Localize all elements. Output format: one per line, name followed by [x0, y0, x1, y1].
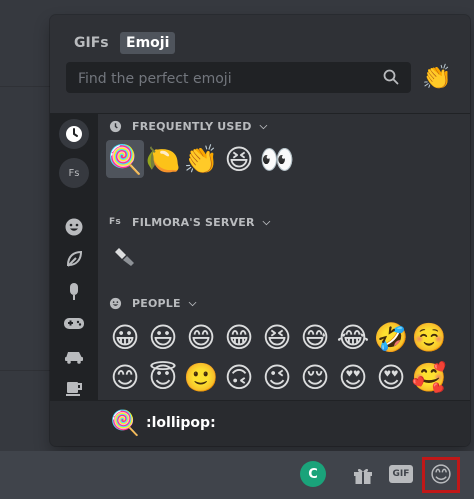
search-icon[interactable] — [383, 69, 399, 85]
section-header-server[interactable]: Fs FILMORA'S SERVER ⌵ — [108, 212, 270, 232]
chevron-down-icon: ⌵ — [188, 297, 197, 309]
emoji-innocent[interactable]: 😇 — [144, 358, 182, 396]
emoji-wink[interactable]: 😉 — [258, 358, 296, 396]
emoji-eyes[interactable]: 👀 — [258, 140, 296, 178]
search-box — [66, 62, 411, 95]
emoji-joy[interactable]: 😂 — [334, 318, 372, 356]
section-title: FILMORA'S SERVER — [132, 215, 255, 229]
people-emoji-row: 😊 😇 🙂 🙃 😉 😌 😍 😍 🥰 — [106, 358, 448, 396]
bg-divider — [0, 86, 52, 87]
gamepad-icon[interactable] — [59, 308, 89, 338]
people-emoji-row: 😀 😃 😄 😁 😆 😅 😂 🤣 ☺️ — [106, 318, 448, 356]
emoji-heart-eyes[interactable]: 😍 — [372, 358, 410, 396]
bg-divider — [0, 370, 52, 371]
popsicle-icon[interactable] — [59, 276, 89, 306]
emoji-preview: 🍭 :lollipop: — [50, 400, 470, 446]
section-title: FREQUENTLY USED — [132, 119, 252, 133]
frequent-emoji-row: 🍭 🍋 👏 😆 👀 — [106, 140, 296, 178]
emoji-grinning[interactable]: 😀 — [106, 318, 144, 356]
picker-header: GIFs Emoji 👏 — [50, 15, 470, 114]
emoji-clap[interactable]: 👏 — [182, 140, 220, 178]
smiley-icon — [108, 296, 122, 310]
emoji-picker-popup: GIFs Emoji 👏 Fs — [50, 15, 470, 446]
extension-icon[interactable]: C — [300, 461, 326, 487]
cup-icon[interactable] — [59, 373, 89, 403]
emoji-relaxed[interactable]: ☺️ — [410, 318, 448, 356]
server-icon[interactable]: Fs — [59, 158, 89, 188]
gif-button[interactable]: GIF — [389, 465, 413, 483]
emoji-relieved[interactable]: 😌 — [296, 358, 334, 396]
preview-emoji-name: :lollipop: — [146, 415, 216, 431]
car-icon[interactable] — [59, 340, 89, 370]
emoji-upside-down[interactable]: 🙃 — [220, 358, 258, 396]
emoji-lemon[interactable]: 🍋 — [144, 140, 182, 178]
emoji-laughing[interactable]: 😆 — [220, 140, 258, 178]
emoji-grin[interactable]: 😁 — [220, 318, 258, 356]
emoji-lollipop[interactable]: 🍭 — [106, 140, 144, 178]
emoji-smiling-hearts[interactable]: 🥰 — [410, 358, 448, 396]
section-header-people[interactable]: PEOPLE ⌵ — [108, 293, 197, 313]
emoji-crying-smile[interactable]: 😍 — [334, 358, 372, 396]
server-icon: Fs — [109, 217, 121, 227]
emoji-slight-smile[interactable]: 🙂 — [182, 358, 220, 396]
preview-emoji: 🍭 — [110, 409, 140, 437]
chevron-down-icon: ⌵ — [262, 216, 271, 228]
section-header-frequent[interactable]: FREQUENTLY USED ⌵ — [108, 116, 267, 136]
emoji-button[interactable]: 😊 — [422, 457, 460, 493]
clock-icon — [108, 119, 122, 133]
custom-emoji[interactable] — [106, 237, 144, 275]
clock-icon[interactable] — [59, 119, 89, 149]
gift-icon[interactable] — [350, 462, 376, 488]
emoji-smiley[interactable]: 😃 — [144, 318, 182, 356]
tab-gifs[interactable]: GIFs — [68, 32, 115, 54]
emoji-blush[interactable]: 😊 — [106, 358, 144, 396]
tab-emoji[interactable]: Emoji — [120, 32, 176, 54]
leaf-icon[interactable] — [59, 244, 89, 274]
random-emoji-button[interactable]: 👏 — [422, 63, 452, 91]
chevron-down-icon: ⌵ — [259, 120, 268, 132]
emoji-sweat-smile[interactable]: 😅 — [296, 318, 334, 356]
emoji-list[interactable]: FREQUENTLY USED ⌵ 🍭 🍋 👏 😆 👀 Fs FILMORA'S… — [98, 114, 470, 400]
emoji-laughing[interactable]: 😆 — [258, 318, 296, 356]
emoji-rofl[interactable]: 🤣 — [372, 318, 410, 356]
section-title: PEOPLE — [132, 296, 181, 310]
emoji-smile[interactable]: 😄 — [182, 318, 220, 356]
search-input[interactable] — [76, 62, 370, 95]
category-sidebar: Fs — [50, 114, 98, 446]
smiley-icon[interactable] — [59, 212, 89, 242]
server-emoji-row — [106, 237, 144, 275]
